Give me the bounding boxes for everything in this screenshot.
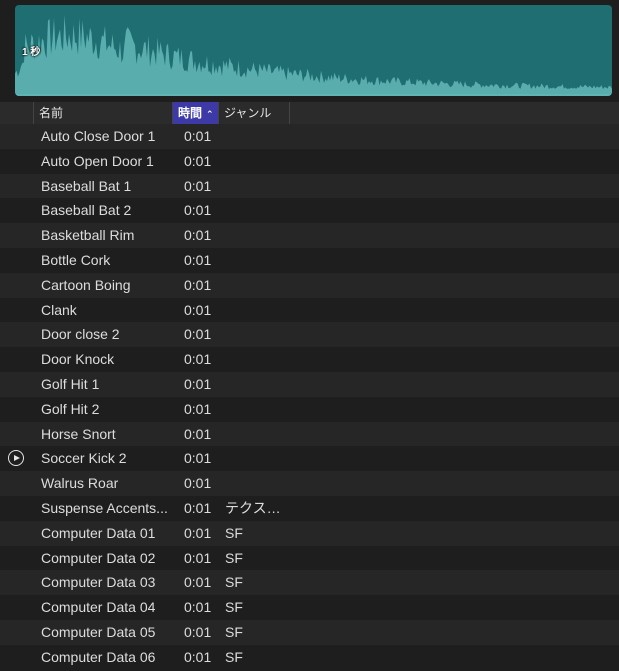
table-row[interactable]: Basketball Rim 0:01 [0,223,619,248]
table-row[interactable]: Computer Data 03 0:01 SF [0,570,619,596]
row-time: 0:01 [184,152,212,169]
row-time: 0:01 [184,499,212,516]
column-header-time[interactable]: 時間 ⌃ [173,102,219,124]
row-time: 0:01 [184,524,212,541]
row-time: 0:01 [184,623,212,640]
row-genre: SF [225,648,243,665]
column-header-row: 名前 時間 ⌃ ジャンル [0,102,619,125]
row-time: 0:01 [184,450,212,467]
column-header-genre-label: ジャンル [224,106,272,120]
row-genre: SF [225,599,243,616]
table-row[interactable]: Bottle Cork 0:01 [0,247,619,273]
table-row[interactable]: Door Knock 0:01 [0,347,619,372]
table-row[interactable]: Computer Data 02 0:01 SF [0,545,619,571]
row-time: 0:01 [184,425,212,442]
row-time: 0:01 [184,276,212,293]
row-name: Door close 2 [41,326,120,343]
column-header-play [0,102,34,124]
row-time: 0:01 [184,351,212,368]
table-row[interactable]: Golf Hit 2 0:01 [0,396,619,422]
row-time: 0:01 [184,202,212,219]
row-time: 0:01 [184,648,212,665]
table-row[interactable]: Cartoon Boing 0:01 [0,272,619,298]
waveform-display[interactable] [15,5,612,96]
table-row[interactable]: Walrus Roar 0:01 [0,471,619,496]
row-name: Auto Open Door 1 [41,152,154,169]
row-genre: テクス… [225,499,281,516]
row-name: Suspense Accents... [41,499,168,516]
row-name: Auto Close Door 1 [41,128,156,144]
row-genre: SF [225,623,243,640]
row-time: 0:01 [184,128,212,144]
sound-list: Auto Close Door 1 0:01 Auto Open Door 1 0:0… [0,124,619,670]
table-row[interactable]: Auto Open Door 1 0:01 [0,148,619,174]
row-name: Computer Data 02 [41,549,156,566]
waveform-graphic [15,14,612,96]
column-header-name-label: 名前 [39,106,64,120]
column-header-name[interactable]: 名前 [34,102,173,124]
table-row[interactable]: Auto Close Door 1 0:01 [0,124,619,149]
row-time: 0:01 [184,475,212,492]
row-name: Computer Data 06 [41,648,156,665]
table-row[interactable]: Suspense Accents... 0:01 テクス… [0,495,619,521]
row-time: 0:01 [184,326,212,343]
table-row[interactable]: Baseball Bat 2 0:01 [0,198,619,224]
row-genre: SF [225,524,243,541]
chevron-up-icon: ⌃ [206,109,214,119]
row-time: 0:01 [184,301,212,318]
row-time: 0:01 [184,574,212,591]
row-name: Computer Data 01 [41,524,156,541]
row-time: 0:01 [184,227,212,244]
table-row[interactable]: Computer Data 04 0:01 SF [0,595,619,620]
row-time: 0:01 [184,375,212,392]
playhead-time-label: 1 秒 [22,47,41,58]
row-genre: SF [225,549,243,566]
table-row[interactable]: Clank 0:01 [0,297,619,323]
table-row[interactable]: Soccer Kick 2 0:01 [0,446,619,472]
row-name: Walrus Roar [41,475,119,492]
row-name: Bottle Cork [41,251,111,268]
row-time: 0:01 [184,177,212,194]
row-name: Baseball Bat 1 [41,177,132,194]
row-name: Computer Data 03 [41,574,156,591]
waveform-panel: 1 秒 [0,0,619,102]
table-row[interactable]: Baseball Bat 1 0:01 [0,173,619,199]
table-row[interactable]: Computer Data 01 0:01 SF [0,520,619,546]
row-name: Clank [41,301,77,318]
table-row[interactable]: Golf Hit 1 0:01 [0,371,619,397]
table-row[interactable]: Door close 2 0:01 [0,322,619,348]
row-time: 0:01 [184,599,212,616]
row-time: 0:01 [184,549,212,566]
row-name: Door Knock [41,351,115,368]
play-icon[interactable] [8,450,24,467]
column-header-genre[interactable]: ジャンル [219,102,290,124]
row-genre: SF [225,574,243,591]
row-name: Basketball Rim [41,227,135,244]
row-time: 0:01 [184,400,212,417]
row-name: Soccer Kick 2 [41,450,127,467]
table-row[interactable]: Computer Data 06 0:01 SF [0,644,619,670]
row-name: Cartoon Boing [41,276,131,293]
row-name: Horse Snort [41,425,116,442]
row-name: Golf Hit 1 [41,375,100,392]
row-name: Baseball Bat 2 [41,202,132,219]
row-name: Computer Data 05 [41,623,156,640]
row-name: Computer Data 04 [41,599,156,616]
row-time: 0:01 [184,251,212,268]
table-row[interactable]: Horse Snort 0:01 [0,421,619,447]
table-row[interactable]: Computer Data 05 0:01 SF [0,619,619,645]
column-header-time-label: 時間 [178,106,203,120]
row-name: Golf Hit 2 [41,400,100,417]
